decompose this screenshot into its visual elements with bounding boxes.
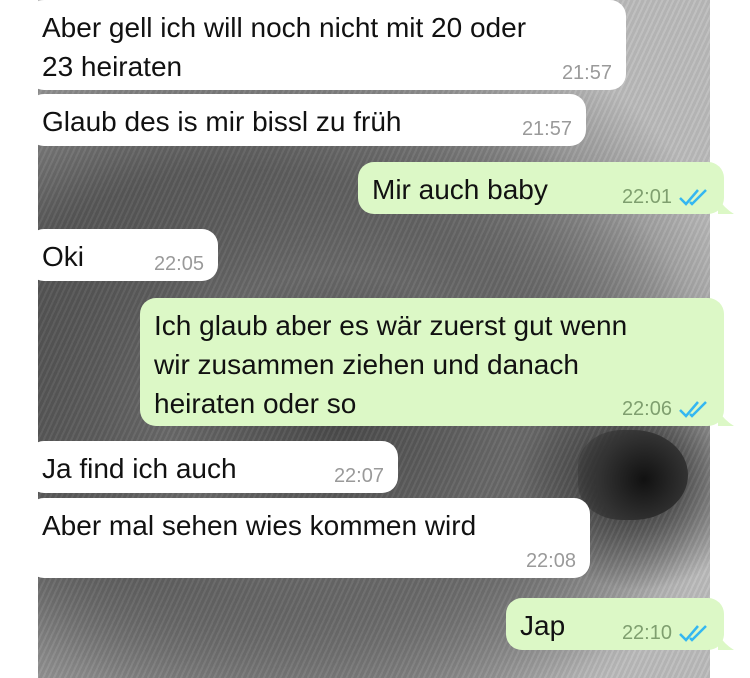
bubble-tail bbox=[18, 74, 34, 90]
message-time: 21:57 bbox=[521, 118, 572, 140]
bubble-tail bbox=[18, 562, 34, 578]
message-bubble-incoming[interactable]: Aber mal sehen wies kommen wird 22:08 bbox=[18, 498, 590, 578]
message-time: 22:05 bbox=[153, 253, 204, 275]
message-time: 21:57 bbox=[561, 62, 612, 84]
double-check-icon bbox=[679, 401, 707, 418]
message-meta: 21:57 bbox=[562, 62, 612, 84]
double-check-icon bbox=[679, 625, 707, 642]
message-meta: 22:07 bbox=[334, 465, 384, 487]
message-text: Aber mal sehen wies kommen wird bbox=[42, 510, 477, 541]
bubble-tail bbox=[18, 130, 34, 146]
double-check-icon bbox=[679, 189, 707, 206]
message-text: Ja find ich auch bbox=[42, 453, 237, 484]
message-bubble-incoming[interactable]: Glaub des is mir bissl zu früh 21:57 bbox=[18, 94, 586, 146]
message-time: 22:08 bbox=[525, 550, 576, 572]
message-bubble-incoming[interactable]: Ja find ich auch 22:07 bbox=[18, 441, 398, 493]
message-meta: 22:10 bbox=[622, 622, 710, 644]
message-bubble-outgoing[interactable]: Mir auch baby 22:01 bbox=[358, 162, 734, 214]
message-bubble-incoming[interactable]: Oki 22:05 bbox=[18, 229, 218, 281]
lion-nose bbox=[578, 430, 688, 520]
message-text: Glaub des is mir bissl zu früh bbox=[42, 106, 402, 137]
message-meta: 22:05 bbox=[154, 253, 204, 275]
message-meta: 21:57 bbox=[522, 118, 572, 140]
bubble-tail bbox=[18, 265, 34, 281]
bubble-tail bbox=[718, 198, 734, 214]
message-time: 22:06 bbox=[621, 398, 672, 420]
message-meta: 22:01 bbox=[622, 186, 710, 208]
message-text: Aber gell ich will noch nicht mit 20 ode… bbox=[42, 12, 527, 82]
message-time: 22:10 bbox=[621, 622, 672, 644]
message-time: 22:01 bbox=[621, 186, 672, 208]
message-time: 22:07 bbox=[333, 465, 384, 487]
bubble-tail bbox=[718, 410, 734, 426]
message-bubble-outgoing[interactable]: Ich glaub aber es wär zuerst gut wenn wi… bbox=[140, 298, 734, 426]
bubble-tail bbox=[718, 634, 734, 650]
bubble-tail bbox=[18, 477, 34, 493]
message-meta: 22:06 bbox=[622, 398, 710, 420]
message-bubble-outgoing[interactable]: Jap 22:10 bbox=[506, 598, 734, 650]
message-bubble-incoming[interactable]: Aber gell ich will noch nicht mit 20 ode… bbox=[18, 0, 626, 90]
message-meta: 22:08 bbox=[526, 550, 576, 572]
